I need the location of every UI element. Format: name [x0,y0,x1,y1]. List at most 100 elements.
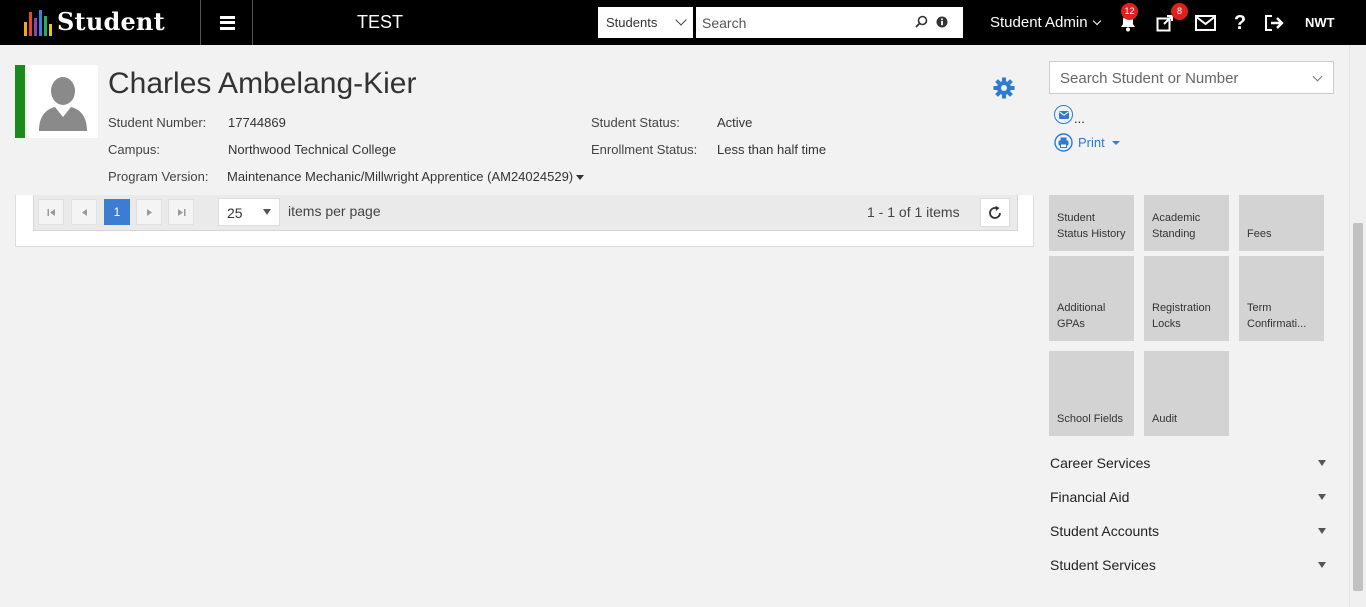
previous-page-icon [81,208,87,216]
caret-down-icon [1318,562,1326,568]
campus-label: Campus: [108,142,161,157]
print-label: Print [1078,135,1105,150]
previous-page-button[interactable] [71,199,97,225]
app-logo[interactable]: Student [24,8,165,36]
tile-label: Term Confirmati... [1247,302,1307,330]
tile-additional-gpas[interactable]: Additional GPAs [1049,256,1134,341]
caret-down-icon [1318,528,1326,534]
student-search-placeholder: Search Student or Number [1060,70,1239,87]
chevron-down-icon [1312,71,1323,82]
student-avatar[interactable] [27,65,98,138]
page-size-value: 25 [227,205,243,221]
print-menu-button[interactable]: Print [1054,133,1120,152]
last-page-icon [177,208,185,216]
last-page-button[interactable] [168,199,194,225]
chevron-down-icon [1092,16,1101,26]
email-student-button[interactable] [1054,105,1073,124]
caret-down-icon [576,175,585,181]
notifications-badge: 12 [1121,3,1138,20]
tile-academic-standing[interactable]: Academic Standing [1144,195,1229,251]
envelope-icon [1058,110,1069,119]
items-per-page-label: items per page [288,203,381,219]
section-label: Student Accounts [1050,523,1159,539]
search-actions [915,15,948,28]
first-page-icon [47,208,55,216]
section-student-accounts[interactable]: Student Accounts [1050,523,1328,539]
tile-student-status-history[interactable]: Student Status History [1049,195,1134,251]
next-page-icon [146,208,152,216]
page-number-button[interactable]: 1 [104,199,130,225]
scrollbar-thumb[interactable] [1353,223,1363,591]
help-button[interactable]: ? [1228,11,1252,35]
tile-label: School Fields [1057,413,1124,425]
tile-label: Additional GPAs [1057,302,1106,330]
section-label: Career Services [1050,455,1151,471]
tile-fees[interactable]: Fees [1239,195,1324,251]
section-student-services[interactable]: Student Services [1050,557,1328,573]
top-navigation-bar: Student TEST Students Student Admin 12 8… [0,0,1366,45]
tile-term-confirmation[interactable]: Term Confirmati... [1239,256,1324,341]
sign-out-icon [1264,15,1284,31]
program-version-label: Program Version: [108,169,209,184]
refresh-icon [989,205,1001,219]
student-status-indicator [15,65,25,138]
tasks-badge: 8 [1171,3,1188,20]
tile-label: Academic Standing [1152,212,1201,240]
student-name: Charles Ambelang-Kier [108,67,417,100]
caret-down-icon [263,209,271,215]
campus-value: Northwood Technical College [228,142,397,157]
student-number-label: Student Number: [108,115,207,130]
info-icon[interactable] [936,16,948,28]
program-version-value: Maintenance Mechanic/Millwright Apprenti… [227,169,574,184]
user-name: Student Admin [990,14,1088,31]
grid-panel: 1 25 items per page 1 - 1 of 1 items [15,195,1034,247]
environment-title: TEST [356,12,403,32]
tile-label: Student Status History [1057,212,1126,240]
tile-school-fields[interactable]: School Fields [1049,351,1134,436]
caret-down-icon [1318,494,1326,500]
caret-down-icon [1111,140,1120,145]
tile-registration-locks[interactable]: Registration Locks [1144,256,1229,341]
section-label: Financial Aid [1050,489,1130,505]
hamburger-icon [219,15,235,30]
tile-label: Fees [1247,228,1272,240]
section-label: Student Services [1050,557,1156,573]
divider [252,0,253,45]
chevron-down-icon [675,14,687,26]
more-actions-button[interactable]: ... [1074,111,1085,126]
student-number-value: 17744869 [228,115,286,130]
enrollment-status-value: Less than half time [717,142,827,157]
section-financial-aid[interactable]: Financial Aid [1050,489,1328,505]
quick-links-tiles: Student Status History Academic Standing… [1049,195,1339,440]
enrollment-status-label: Enrollment Status: [591,142,698,157]
student-status-value: Active [717,115,753,130]
search-scope-select[interactable]: Students [598,7,693,38]
grid-pager: 1 25 items per page 1 - 1 of 1 items [33,195,1018,231]
logout-button[interactable] [1262,11,1286,35]
items-summary: 1 - 1 of 1 items [867,204,960,220]
user-silhouette-icon [38,76,87,131]
envelope-icon [1194,15,1216,31]
notifications-button[interactable]: 12 [1116,3,1140,35]
refresh-button[interactable] [980,198,1010,227]
main-menu-button[interactable] [201,0,253,45]
tasks-button[interactable]: 8 [1153,3,1188,35]
student-status-label: Student Status: [591,115,680,130]
page-size-select[interactable]: 25 [218,198,280,226]
first-page-button[interactable] [38,199,64,225]
organization-code[interactable]: NWT [1305,15,1335,30]
section-career-services[interactable]: Career Services [1050,455,1328,471]
settings-gear-icon[interactable] [993,77,1015,99]
messages-button[interactable] [1193,11,1217,35]
student-search-select[interactable]: Search Student or Number [1049,61,1334,94]
search-scope-value: Students [606,15,658,30]
search-icon[interactable] [915,15,928,28]
tile-label: Registration Locks [1152,302,1211,330]
logo-text: Student [57,7,165,36]
program-version-dropdown[interactable]: Maintenance Mechanic/Millwright Apprenti… [227,169,585,184]
page-scrollbar[interactable] [1349,45,1366,607]
user-menu[interactable]: Student Admin [990,14,1101,31]
tile-audit[interactable]: Audit [1144,351,1229,436]
logo-bars-icon [24,10,52,36]
next-page-button[interactable] [136,199,162,225]
